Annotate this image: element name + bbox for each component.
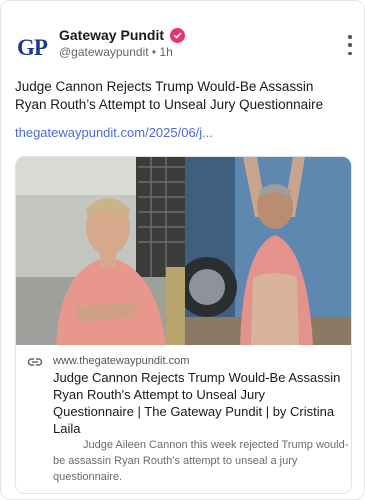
author-handle[interactable]: @gatewaypundit [59, 45, 149, 59]
preview-photo-left [16, 157, 185, 345]
link-card-domain: www.thegatewaypundit.com [53, 355, 190, 367]
link-card-body: www.thegatewaypundit.com Judge Cannon Re… [16, 345, 351, 493]
post-link[interactable]: thegatewaypundit.com/2025/06/j... [15, 125, 213, 140]
more-options-icon[interactable] [345, 35, 355, 55]
handle-row: @gatewaypundit • 1h [59, 45, 173, 59]
link-preview-card[interactable]: www.thegatewaypundit.com Judge Cannon Re… [15, 156, 352, 494]
preview-photo-right [185, 157, 351, 345]
post-header: GP Gateway Pundit @gatewaypundit • 1h [15, 25, 355, 69]
author-row: Gateway Pundit [59, 27, 186, 43]
link-card-title[interactable]: Judge Cannon Rejects Trump Would-Be Assa… [53, 369, 349, 437]
author-name[interactable]: Gateway Pundit [59, 27, 164, 43]
verified-badge-icon [170, 27, 186, 43]
meta-separator: • [151, 45, 157, 59]
link-icon [27, 358, 43, 366]
post-time[interactable]: 1h [159, 45, 172, 59]
social-post: GP Gateway Pundit @gatewaypundit • 1h Ju… [0, 0, 365, 500]
avatar-logo-text: GP [17, 35, 48, 60]
post-text: Judge Cannon Rejects Trump Would-Be Assa… [15, 79, 324, 112]
link-card-description: Judge Aileen Cannon this week rejected T… [53, 439, 349, 483]
preview-image [16, 157, 351, 345]
avatar[interactable]: GP [15, 31, 49, 65]
